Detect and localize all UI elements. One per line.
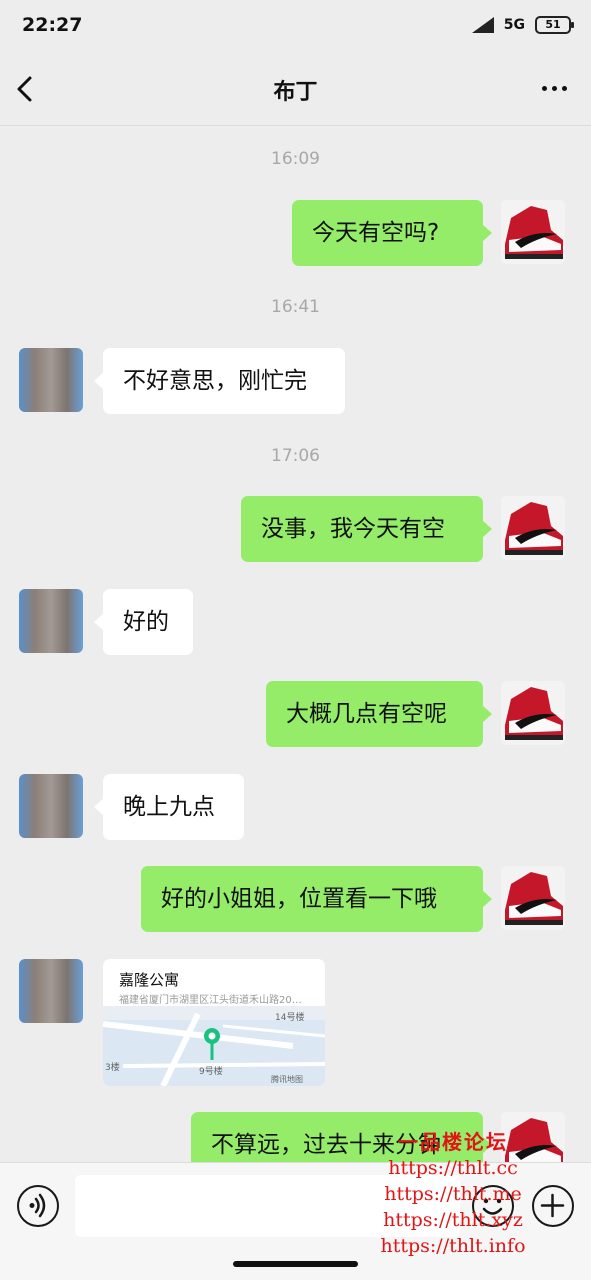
message-bubble-incoming[interactable]: 晚上九点 bbox=[94, 774, 244, 840]
watermark-link: https://thlt.me bbox=[384, 1183, 522, 1205]
plus-icon[interactable] bbox=[532, 1185, 574, 1227]
contact-avatar[interactable] bbox=[19, 348, 83, 412]
network-label: 5G bbox=[503, 17, 525, 33]
location-address: 福建省厦门市湖里区江头街道禾山路20… bbox=[119, 995, 302, 1006]
map-label: 腾讯地图 bbox=[271, 1075, 303, 1084]
my-avatar[interactable] bbox=[501, 496, 565, 560]
map-label: 14号楼 bbox=[275, 1013, 305, 1023]
message-bubble-incoming[interactable]: 不好意思，刚忙完 bbox=[94, 348, 345, 414]
status-time: 22:27 bbox=[22, 14, 83, 36]
contact-avatar[interactable] bbox=[19, 959, 83, 1023]
watermark-link: https://thlt.info bbox=[380, 1235, 526, 1257]
chat-title: 布丁 bbox=[273, 80, 318, 105]
signal-icon bbox=[471, 17, 494, 33]
contact-avatar[interactable] bbox=[19, 774, 83, 838]
home-indicator[interactable] bbox=[233, 1261, 358, 1267]
chat-header: 布丁 bbox=[0, 52, 591, 126]
message-bubble-outgoing[interactable]: 没事，我今天有空 bbox=[241, 496, 492, 562]
message-bubble-outgoing[interactable]: 好的小姐姐，位置看一下哦 bbox=[141, 866, 492, 932]
location-map: 14号楼 9号楼 3楼 腾讯地图 bbox=[103, 1006, 325, 1086]
location-title: 嘉隆公寓 bbox=[119, 971, 180, 989]
my-avatar[interactable] bbox=[501, 200, 565, 264]
my-avatar[interactable] bbox=[501, 866, 565, 930]
more-dots-icon[interactable] bbox=[542, 86, 567, 91]
message-timestamp: 17:06 bbox=[271, 446, 320, 466]
watermark: 一品楼论坛 https://thlt.cc https://thlt.me ht… bbox=[368, 1126, 538, 1259]
my-avatar[interactable] bbox=[501, 681, 565, 745]
map-label: 9号楼 bbox=[199, 1067, 223, 1077]
status-bar: 22:27 5G 51 bbox=[0, 0, 591, 52]
map-pin-icon bbox=[204, 1028, 220, 1060]
battery-icon: 51 bbox=[535, 16, 574, 34]
location-card[interactable]: 嘉隆公寓 福建省厦门市湖里区江头街道禾山路20… 14号楼 9号楼 3楼 腾讯地… bbox=[103, 959, 325, 1086]
map-label: 3楼 bbox=[105, 1063, 120, 1073]
status-indicators: 5G 51 bbox=[471, 16, 574, 34]
message-bubble-incoming[interactable]: 好的 bbox=[94, 589, 193, 655]
watermark-link: https://thlt.xyz bbox=[383, 1209, 523, 1231]
message-timestamp: 16:09 bbox=[271, 149, 320, 169]
message-bubble-outgoing[interactable]: 今天有空吗? bbox=[292, 200, 492, 266]
chat-messages[interactable]: 16:09 今天有空吗? 16:41 不好意思，刚忙完 17:06 没事，我今天… bbox=[0, 127, 591, 1162]
voice-icon[interactable] bbox=[17, 1185, 59, 1227]
message-bubble-outgoing[interactable]: 大概几点有空呢 bbox=[266, 681, 492, 747]
watermark-link: https://thlt.cc bbox=[388, 1157, 518, 1179]
contact-avatar[interactable] bbox=[19, 589, 83, 653]
watermark-title: 一品楼论坛 bbox=[398, 1130, 508, 1154]
message-timestamp: 16:41 bbox=[271, 297, 320, 317]
